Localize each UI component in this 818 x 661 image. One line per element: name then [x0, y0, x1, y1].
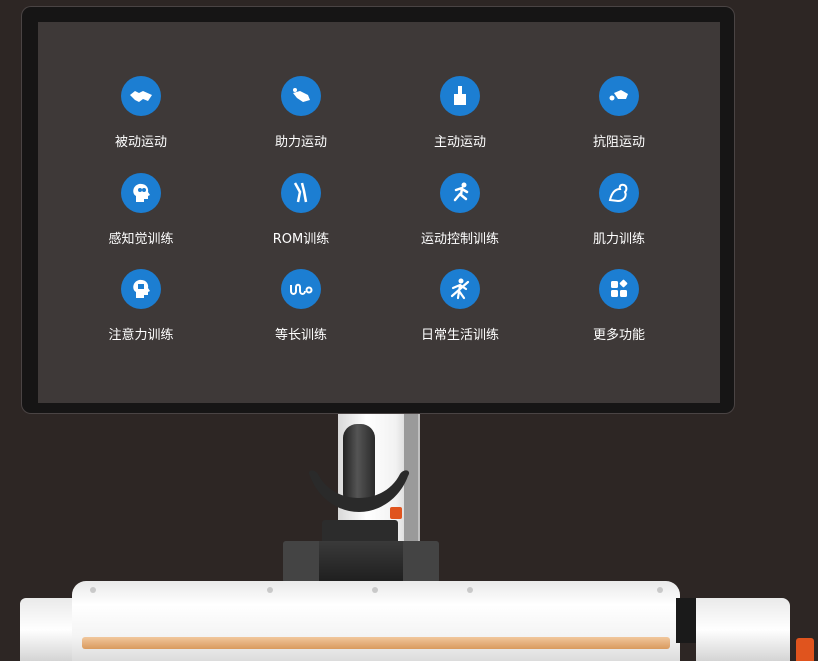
tile-label: 抗阻运动 — [592, 135, 645, 150]
tile-label: ROM训练 — [272, 232, 330, 247]
drive-unit — [283, 541, 439, 583]
tile-active-exercise[interactable]: 主动运动 — [390, 76, 530, 156]
tile-label: 感知觉训练 — [108, 232, 174, 247]
isometric-wave-icon — [281, 269, 321, 309]
tile-label: 注意力训练 — [108, 328, 174, 343]
tile-rom-training[interactable]: ROM训练 — [231, 173, 371, 253]
tile-resistance-exercise[interactable]: 抗阻运动 — [549, 76, 689, 156]
tile-label: 主动运动 — [433, 135, 486, 150]
tile-label: 被动运动 — [114, 135, 167, 150]
joint-bone-icon — [281, 173, 321, 213]
orange-lock-knob — [390, 507, 402, 519]
touch-screen: 被动运动 助力运动 主动运动 抗阻运动 感知觉训练 ROM训练 运动控制训练 肌… — [38, 22, 720, 403]
assist-hand-icon — [281, 76, 321, 116]
tile-isometric-training[interactable]: 等长训练 — [231, 269, 371, 349]
tile-more-functions[interactable]: 更多功能 — [549, 269, 689, 349]
more-functions-grid-icon — [599, 269, 639, 309]
handshake-icon — [121, 76, 161, 116]
tile-assisted-exercise[interactable]: 助力运动 — [231, 76, 371, 156]
tile-passive-exercise[interactable]: 被动运动 — [71, 76, 211, 156]
attention-head-icon — [121, 269, 161, 309]
base-rail — [72, 581, 680, 661]
perception-head-icon — [121, 173, 161, 213]
tile-strength-training[interactable]: 肌力训练 — [549, 173, 689, 253]
rail-joint — [676, 598, 696, 643]
tile-label: 日常生活训练 — [420, 328, 499, 343]
tile-daily-living-training[interactable]: 日常生活训练 — [390, 269, 530, 349]
resistance-hand-icon — [599, 76, 639, 116]
tile-label: 运动控制训练 — [420, 232, 499, 247]
rail-accent-stripe — [82, 637, 670, 649]
tile-attention-training[interactable]: 注意力训练 — [71, 269, 211, 349]
tile-motor-control-training[interactable]: 运动控制训练 — [390, 173, 530, 253]
end-orange-knob — [796, 638, 814, 661]
tile-perception-training[interactable]: 感知觉训练 — [71, 173, 211, 253]
tile-label: 助力运动 — [274, 135, 327, 150]
raised-hand-icon — [440, 76, 480, 116]
daily-activity-person-icon — [440, 269, 480, 309]
right-end-cap — [696, 598, 790, 661]
flexed-arm-icon — [599, 173, 639, 213]
running-person-icon — [440, 173, 480, 213]
tile-label: 更多功能 — [592, 328, 645, 343]
tile-label: 肌力训练 — [592, 232, 645, 247]
tile-label: 等长训练 — [274, 328, 327, 343]
left-end-cap — [20, 598, 78, 661]
